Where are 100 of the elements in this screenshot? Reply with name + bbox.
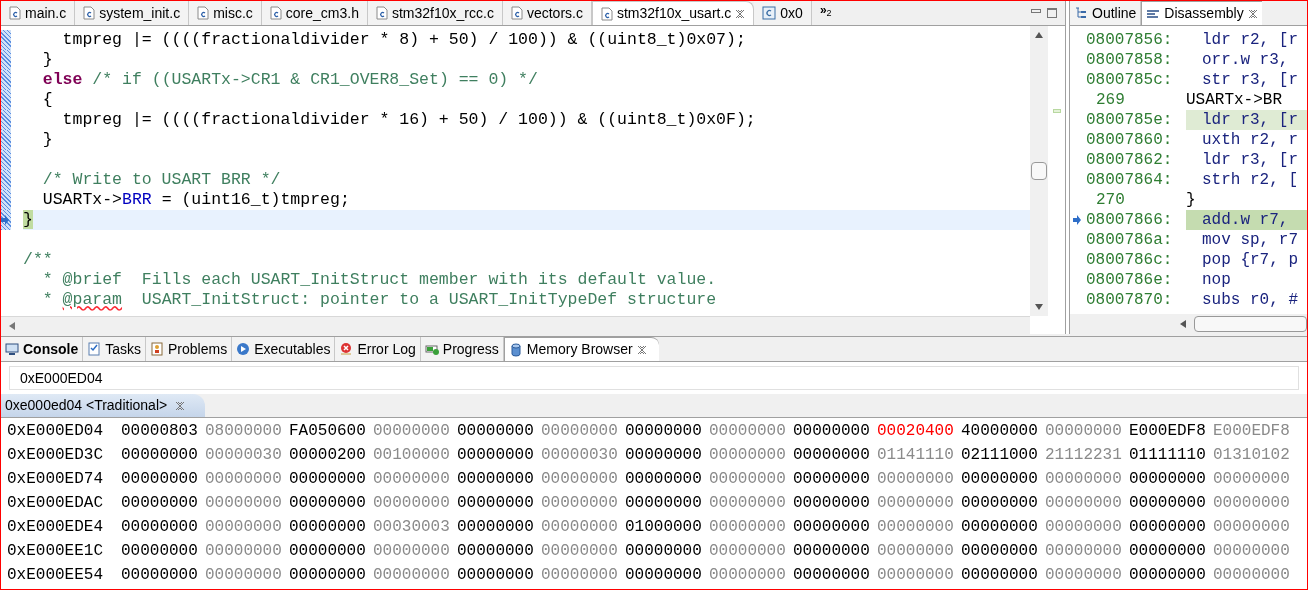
memory-word[interactable]: 00000000 <box>709 515 793 539</box>
memory-word[interactable]: 00000000 <box>793 563 877 587</box>
memory-word[interactable]: 00020400 <box>877 419 961 443</box>
memory-word[interactable]: 40000000 <box>961 419 1045 443</box>
memory-word[interactable]: 00000000 <box>1213 467 1297 491</box>
memory-word[interactable]: 02111000 <box>961 443 1045 467</box>
memory-word[interactable]: 01310102 <box>1213 443 1297 467</box>
memory-word[interactable]: 00000000 <box>373 419 457 443</box>
memory-word[interactable]: 00000000 <box>205 539 289 563</box>
memory-word[interactable]: 00000000 <box>1129 515 1213 539</box>
memory-word[interactable]: 00000000 <box>793 467 877 491</box>
overview-marker[interactable] <box>1052 109 1061 113</box>
memory-word[interactable]: 00000000 <box>1045 563 1129 587</box>
memory-word[interactable]: 01141110 <box>877 443 961 467</box>
memory-word[interactable]: 00000000 <box>709 563 793 587</box>
memory-word[interactable]: 00000000 <box>121 563 205 587</box>
memory-word[interactable]: 00000000 <box>625 419 709 443</box>
horizontal-scrollbar[interactable] <box>1 316 1031 334</box>
memory-word[interactable]: 00000200 <box>289 443 373 467</box>
memory-word[interactable]: 00000000 <box>1129 467 1213 491</box>
memory-word[interactable]: 00000000 <box>1213 491 1297 515</box>
memory-word[interactable]: 00000000 <box>457 443 541 467</box>
memory-word[interactable]: 00000000 <box>373 491 457 515</box>
memory-word[interactable]: 00030003 <box>373 515 457 539</box>
memory-word[interactable]: 00000000 <box>1213 539 1297 563</box>
memory-word[interactable]: 00000030 <box>205 443 289 467</box>
memory-word[interactable]: 00000000 <box>457 419 541 443</box>
memory-word[interactable]: 00000000 <box>1045 491 1129 515</box>
memory-word[interactable]: 00000000 <box>625 491 709 515</box>
memory-word[interactable]: 00000000 <box>457 515 541 539</box>
memory-word[interactable]: 00000000 <box>709 419 793 443</box>
memory-word[interactable]: 00100000 <box>373 443 457 467</box>
memory-word[interactable]: E000EDF8 <box>1129 419 1213 443</box>
memory-word[interactable]: 00000000 <box>709 539 793 563</box>
memory-word[interactable]: 00000000 <box>793 539 877 563</box>
memory-word[interactable]: 00000000 <box>793 443 877 467</box>
rendering-tab[interactable]: 0xe000ed04 <Traditional> <box>1 394 206 417</box>
minimize-button[interactable] <box>1031 9 1041 13</box>
memory-word[interactable]: 00000000 <box>625 539 709 563</box>
memory-word[interactable]: 00000000 <box>625 467 709 491</box>
scroll-up-icon[interactable] <box>1035 32 1043 38</box>
memory-word[interactable]: 00000000 <box>961 563 1045 587</box>
memory-word[interactable]: 00000000 <box>1129 491 1213 515</box>
memory-word[interactable]: 00000000 <box>1045 419 1129 443</box>
memory-word[interactable]: 00000000 <box>289 467 373 491</box>
memory-word[interactable]: 00000000 <box>205 467 289 491</box>
memory-word[interactable]: 00000000 <box>709 491 793 515</box>
memory-word[interactable]: 00000000 <box>541 419 625 443</box>
memory-word[interactable]: 00000000 <box>1045 539 1129 563</box>
memory-word[interactable]: 00000000 <box>793 419 877 443</box>
scroll-thumb[interactable] <box>1194 316 1307 332</box>
editor-tab[interactable]: stm32f10x_usart.c <box>591 1 755 25</box>
memory-word[interactable]: 00000000 <box>457 563 541 587</box>
memory-word[interactable]: 00000000 <box>1129 539 1213 563</box>
memory-word[interactable]: 00000000 <box>709 443 793 467</box>
memory-word[interactable]: FA050600 <box>289 419 373 443</box>
scroll-left-icon[interactable] <box>9 321 15 330</box>
memory-word[interactable]: 00000000 <box>541 539 625 563</box>
memory-word[interactable]: 00000000 <box>289 515 373 539</box>
memory-word[interactable]: 00000000 <box>877 563 961 587</box>
memory-word[interactable]: 00000000 <box>121 539 205 563</box>
memory-word[interactable]: 00000000 <box>709 467 793 491</box>
memory-word[interactable]: 00000000 <box>541 467 625 491</box>
close-icon[interactable] <box>636 344 647 355</box>
memory-word[interactable]: 00000000 <box>457 539 541 563</box>
memory-word[interactable]: 00000000 <box>121 443 205 467</box>
memory-word[interactable]: 00000000 <box>793 491 877 515</box>
horizontal-scrollbar[interactable] <box>1070 314 1307 334</box>
memory-word[interactable]: 00000000 <box>877 491 961 515</box>
memory-word[interactable]: 00000000 <box>877 515 961 539</box>
memory-word[interactable]: 00000000 <box>961 539 1045 563</box>
view-tab[interactable]: Memory Browser <box>503 337 659 361</box>
panel-tab[interactable]: Disassembly <box>1141 1 1262 25</box>
memory-word[interactable]: 00000000 <box>793 515 877 539</box>
memory-word[interactable]: 00000000 <box>457 491 541 515</box>
vertical-scrollbar[interactable] <box>1030 26 1048 316</box>
scroll-down-icon[interactable] <box>1035 304 1043 310</box>
close-icon[interactable] <box>735 8 746 19</box>
memory-word[interactable]: 00000030 <box>541 443 625 467</box>
memory-word[interactable]: 00000000 <box>289 539 373 563</box>
memory-word[interactable]: 00000803 <box>121 419 205 443</box>
memory-word[interactable]: 00000000 <box>1129 563 1213 587</box>
memory-word[interactable]: 00000000 <box>289 491 373 515</box>
memory-word[interactable]: 00000000 <box>961 467 1045 491</box>
memory-word[interactable]: 00000000 <box>373 539 457 563</box>
memory-word[interactable]: 00000000 <box>541 515 625 539</box>
maximize-button[interactable] <box>1047 8 1057 18</box>
memory-word[interactable]: 00000000 <box>877 539 961 563</box>
memory-word[interactable]: 00000000 <box>961 491 1045 515</box>
memory-word[interactable]: 00000000 <box>121 491 205 515</box>
memory-word[interactable]: 00000000 <box>625 443 709 467</box>
scroll-left-icon[interactable] <box>1180 320 1186 328</box>
close-icon[interactable] <box>175 400 186 411</box>
memory-word[interactable]: 00000000 <box>1045 467 1129 491</box>
memory-word[interactable]: 00000000 <box>121 467 205 491</box>
memory-word[interactable]: 00000000 <box>877 467 961 491</box>
memory-word[interactable]: 00000000 <box>541 491 625 515</box>
memory-word[interactable]: 00000000 <box>961 515 1045 539</box>
memory-word[interactable]: 00000000 <box>1213 515 1297 539</box>
memory-word[interactable]: 00000000 <box>625 563 709 587</box>
